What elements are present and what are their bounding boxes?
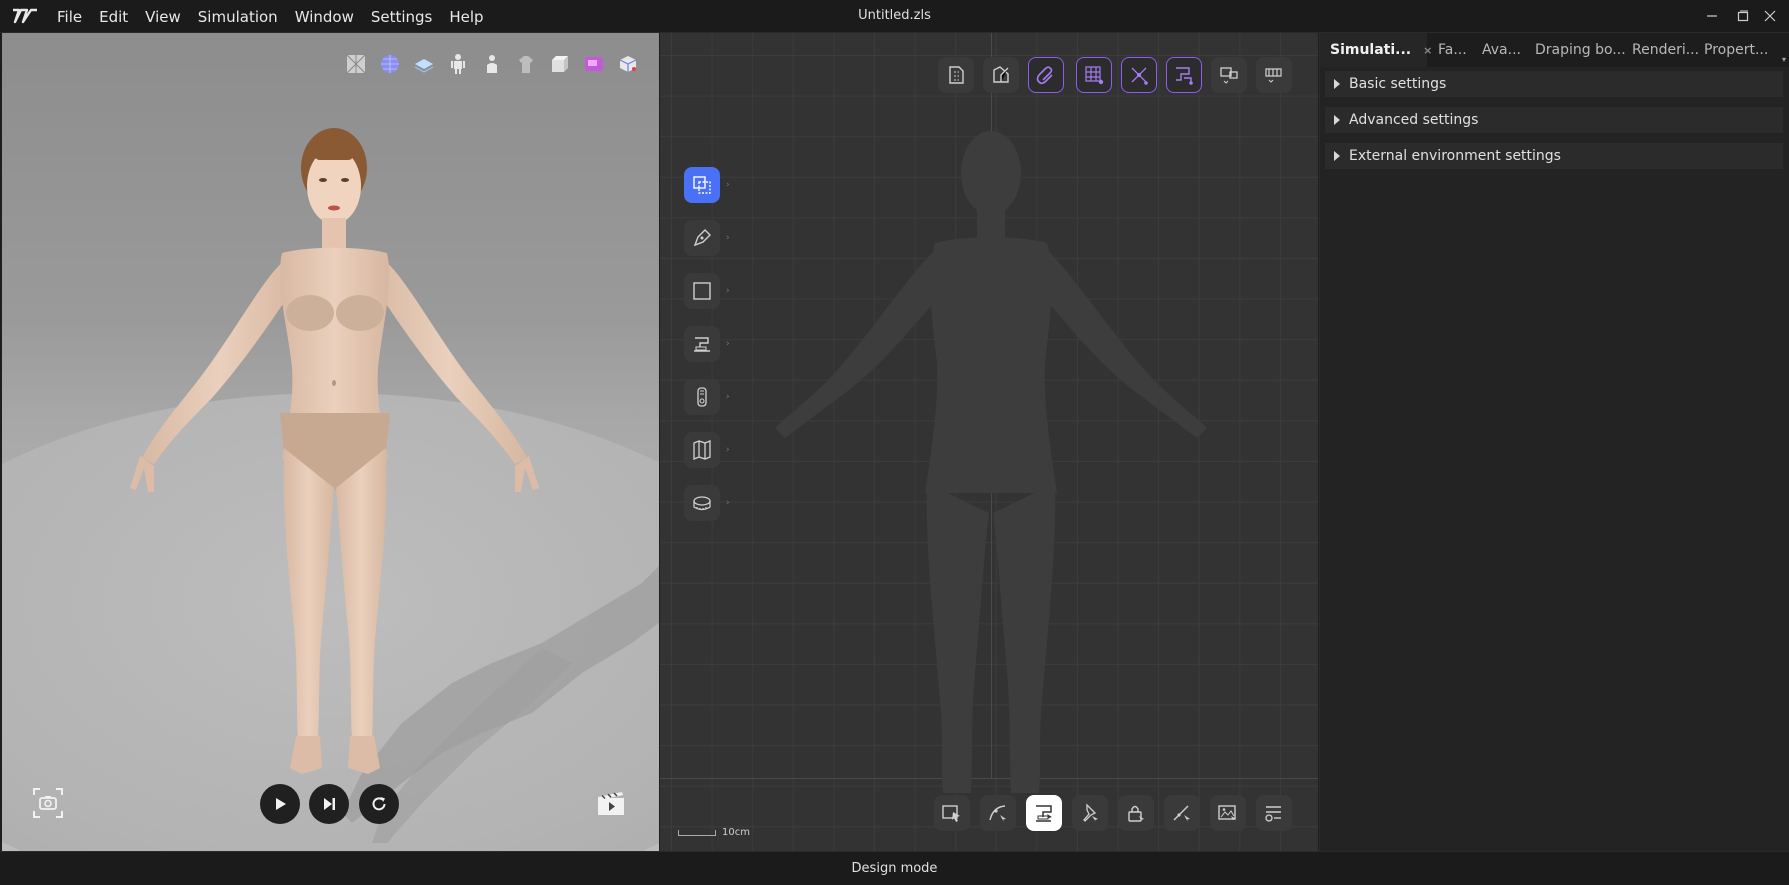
reset-icon[interactable] bbox=[359, 784, 399, 824]
avatar-silhouette bbox=[775, 131, 1207, 793]
section-label: Basic settings bbox=[1349, 76, 1447, 92]
menu-view[interactable]: View bbox=[145, 8, 181, 26]
display-mode-icon[interactable] bbox=[1256, 57, 1292, 93]
scale-label: 10cm bbox=[722, 827, 750, 838]
pattern-toolbar-left: › › › › › › › bbox=[684, 167, 730, 521]
chevron-right-icon[interactable]: › bbox=[726, 445, 730, 455]
pattern-toolbar-bottom bbox=[934, 795, 1292, 831]
minimize-icon[interactable] bbox=[1701, 6, 1723, 26]
chevron-right-icon[interactable]: › bbox=[726, 498, 730, 508]
zipper-icon[interactable] bbox=[684, 379, 720, 415]
mesh-sphere-icon[interactable] bbox=[377, 51, 403, 77]
chevron-right-icon[interactable]: › bbox=[726, 339, 730, 349]
measure-icon[interactable] bbox=[684, 485, 720, 521]
pattern-import-icon[interactable] bbox=[938, 57, 974, 93]
select-icon[interactable] bbox=[934, 795, 970, 831]
chevron-down-icon[interactable]: ▾ bbox=[1782, 55, 1786, 64]
garment-icon[interactable] bbox=[513, 51, 539, 77]
film-icon[interactable] bbox=[594, 787, 628, 819]
tab-fabric[interactable]: Fa... bbox=[1438, 33, 1467, 67]
image-icon[interactable] bbox=[1210, 795, 1246, 831]
maximize-icon[interactable] bbox=[1732, 6, 1754, 26]
tab-avatar[interactable]: Ava... bbox=[1482, 33, 1521, 67]
menu-settings[interactable]: Settings bbox=[371, 8, 433, 26]
chevron-right-icon[interactable]: › bbox=[726, 233, 730, 243]
panel-tab-bar: Simulati... × Fa... Ava... Draping bo...… bbox=[1320, 33, 1789, 67]
menu-bar: File Edit View Simulation Window Setting… bbox=[57, 0, 501, 33]
lock-icon[interactable] bbox=[1118, 795, 1154, 831]
status-bar: Design mode bbox=[0, 851, 1789, 885]
menu-simulation[interactable]: Simulation bbox=[198, 8, 278, 26]
display-toggle-icon[interactable] bbox=[1211, 57, 1247, 93]
section-basic-settings[interactable]: Basic settings bbox=[1325, 71, 1783, 97]
sewing-machine-icon[interactable] bbox=[581, 51, 607, 77]
link-icon[interactable] bbox=[1028, 57, 1064, 93]
tab-draping-board[interactable]: Draping bo... bbox=[1535, 33, 1626, 67]
avatar-icon[interactable] bbox=[445, 51, 471, 77]
chevron-right-icon[interactable]: › bbox=[726, 180, 730, 190]
avatar-figure[interactable] bbox=[82, 108, 602, 828]
curve-edit-icon[interactable] bbox=[980, 795, 1016, 831]
app-logo-icon bbox=[12, 7, 38, 25]
section-label: External environment settings bbox=[1349, 148, 1561, 164]
rectangle-icon[interactable] bbox=[684, 273, 720, 309]
sew-tool-icon[interactable] bbox=[1166, 57, 1202, 93]
expand-arrow-icon bbox=[1334, 151, 1340, 161]
title-bar: File Edit View Simulation Window Setting… bbox=[0, 0, 1789, 33]
play-icon[interactable] bbox=[260, 784, 300, 824]
viewport-toolbar bbox=[343, 51, 641, 77]
fold-icon[interactable] bbox=[684, 432, 720, 468]
tab-label: Ava... bbox=[1482, 42, 1521, 58]
cut-icon[interactable] bbox=[1164, 795, 1200, 831]
menu-file[interactable]: File bbox=[57, 8, 82, 26]
sewing-icon[interactable] bbox=[684, 326, 720, 362]
scale-bar bbox=[678, 830, 716, 836]
tab-label: Propert... bbox=[1704, 42, 1769, 58]
chevron-right-icon[interactable]: › bbox=[726, 286, 730, 296]
menu-help[interactable]: Help bbox=[449, 8, 483, 26]
section-label: Advanced settings bbox=[1349, 112, 1479, 128]
tab-simulation[interactable]: Simulati... × bbox=[1320, 33, 1432, 67]
tab-label: Renderi... bbox=[1632, 42, 1700, 58]
pattern-edit-icon[interactable] bbox=[983, 57, 1019, 93]
tab-label: Draping bo... bbox=[1535, 42, 1626, 58]
close-icon[interactable]: × bbox=[1423, 44, 1432, 57]
cube-icon[interactable] bbox=[547, 51, 573, 77]
pin-icon[interactable] bbox=[1072, 795, 1108, 831]
sew-display-icon[interactable] bbox=[1026, 795, 1062, 831]
property-panel: Simulati... × Fa... Ava... Draping bo...… bbox=[1319, 33, 1789, 851]
pattern-toolbar-top bbox=[938, 57, 1292, 93]
2d-pattern-view[interactable]: › › › › › › › 10cm bbox=[660, 33, 1318, 851]
point-icon[interactable] bbox=[1121, 57, 1157, 93]
tab-label: Fa... bbox=[1438, 42, 1467, 58]
section-advanced-settings[interactable]: Advanced settings bbox=[1325, 107, 1783, 133]
3d-viewport[interactable] bbox=[2, 33, 659, 851]
fabric-texture-icon[interactable] bbox=[343, 51, 369, 77]
select-transform-icon[interactable] bbox=[684, 167, 720, 203]
close-icon[interactable] bbox=[1759, 6, 1781, 26]
avatar-pose-icon[interactable] bbox=[479, 51, 505, 77]
grid-select-icon[interactable] bbox=[1076, 57, 1112, 93]
camera-icon[interactable] bbox=[30, 785, 66, 821]
expand-arrow-icon bbox=[1334, 115, 1340, 125]
tab-properties[interactable]: Propert... bbox=[1704, 33, 1768, 67]
step-forward-icon[interactable] bbox=[309, 784, 349, 824]
expand-arrow-icon bbox=[1334, 79, 1340, 89]
chevron-right-icon[interactable]: › bbox=[726, 392, 730, 402]
settings-list-icon[interactable] bbox=[1256, 795, 1292, 831]
section-external-environment-settings[interactable]: External environment settings bbox=[1325, 143, 1783, 169]
pen-icon[interactable] bbox=[684, 220, 720, 256]
view-cube-icon[interactable] bbox=[615, 51, 641, 77]
menu-window[interactable]: Window bbox=[295, 8, 354, 26]
layer-icon[interactable] bbox=[411, 51, 437, 77]
menu-edit[interactable]: Edit bbox=[99, 8, 128, 26]
tab-rendering[interactable]: Renderi... bbox=[1632, 33, 1699, 67]
mode-label: Design mode bbox=[851, 861, 938, 876]
tab-label: Simulati... bbox=[1330, 42, 1412, 58]
